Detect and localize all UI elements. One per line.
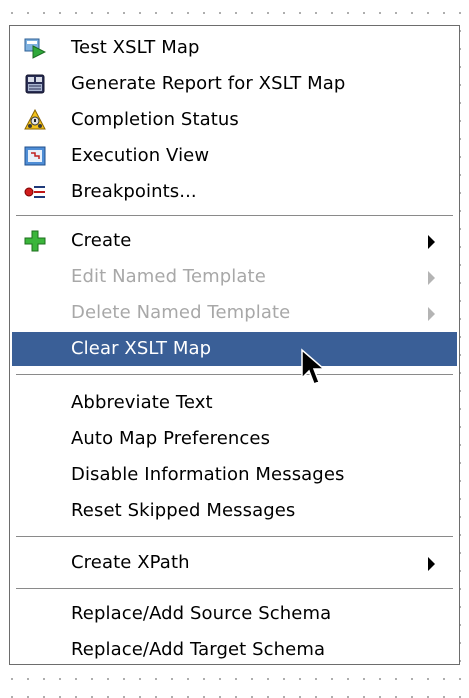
submenu-arrow-icon [428, 307, 435, 321]
menu-separator [16, 588, 453, 589]
menu-item-label: Auto Map Preferences [71, 428, 271, 449]
submenu-arrow-icon [428, 271, 435, 285]
menu-item-label: Breakpoints... [71, 181, 197, 202]
execution-view-icon [24, 146, 46, 166]
menu-item-label: Create [71, 230, 132, 251]
menu-item-replace-source-schema[interactable]: Replace/Add Source Schema [12, 597, 457, 631]
submenu-arrow-icon [428, 235, 435, 249]
menu-item-label: Create XPath [71, 552, 190, 573]
context-menu: Test XSLT Map Generate Report for XSLT M… [9, 25, 460, 665]
menu-item-completion-status[interactable]: Completion Status [12, 103, 457, 137]
menu-item-label: Clear XSLT Map [71, 338, 212, 359]
menu-item-label: Disable Information Messages [71, 464, 345, 485]
menu-item-label: Replace/Add Source Schema [71, 603, 332, 624]
menu-item-label: Delete Named Template [71, 302, 291, 323]
menu-item-execution-view[interactable]: Execution View [12, 139, 457, 173]
test-map-icon [24, 38, 46, 59]
menu-item-label: Generate Report for XSLT Map [71, 73, 346, 94]
submenu-arrow-icon [428, 557, 435, 571]
menu-item-label: Execution View [71, 145, 210, 166]
menu-item-clear-xslt-map[interactable]: Clear XSLT Map [12, 332, 457, 366]
menu-item-create[interactable]: Create [12, 224, 457, 258]
menu-item-reset-skipped-messages[interactable]: Reset Skipped Messages [12, 494, 457, 528]
menu-item-generate-report[interactable]: Generate Report for XSLT Map [12, 67, 457, 101]
menu-item-label: Test XSLT Map [71, 37, 200, 58]
menu-item-breakpoints[interactable]: Breakpoints... [12, 175, 457, 209]
menu-item-auto-map-preferences[interactable]: Auto Map Preferences [12, 422, 457, 456]
menu-item-replace-target-schema[interactable]: Replace/Add Target Schema [12, 633, 457, 667]
breakpoints-icon [24, 186, 45, 198]
menu-item-delete-named-template[interactable]: Delete Named Template [12, 296, 457, 330]
warning-icon [24, 109, 46, 130]
menu-item-label: Edit Named Template [71, 266, 266, 287]
report-icon [25, 74, 45, 94]
menu-item-edit-named-template[interactable]: Edit Named Template [12, 260, 457, 294]
menu-separator [16, 536, 453, 537]
plus-icon [24, 230, 46, 252]
menu-item-create-xpath[interactable]: Create XPath [12, 546, 457, 580]
menu-item-abbreviate-text[interactable]: Abbreviate Text [12, 386, 457, 420]
menu-item-label: Completion Status [71, 109, 239, 130]
menu-item-label: Abbreviate Text [71, 392, 213, 413]
menu-item-test-xslt-map[interactable]: Test XSLT Map [12, 31, 457, 65]
menu-item-label: Replace/Add Target Schema [71, 639, 326, 660]
menu-item-disable-information-messages[interactable]: Disable Information Messages [12, 458, 457, 492]
menu-separator [16, 215, 453, 216]
mouse-pointer-icon [301, 348, 326, 385]
menu-separator [16, 374, 453, 375]
menu-item-label: Reset Skipped Messages [71, 500, 296, 521]
